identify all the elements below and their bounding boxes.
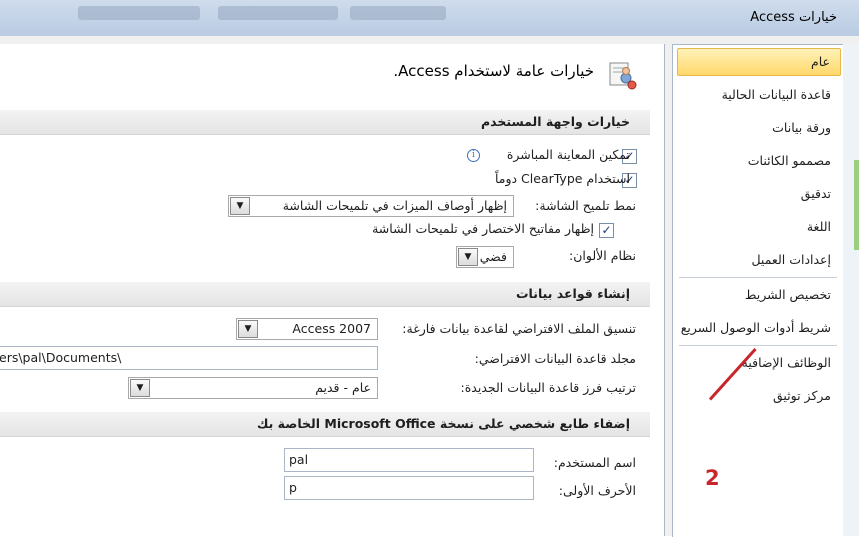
nav-item-general[interactable]: عام	[677, 48, 841, 76]
annotation-number: 2	[705, 466, 720, 490]
color-scheme-value: فضي	[479, 249, 507, 264]
screentip-style-dropdown[interactable]: إظهار أوصاف الميزات في تلميحات الشاشة ▼	[228, 195, 514, 217]
initials-label: الأحرف الأولى:	[558, 483, 636, 498]
nav-item-current-database[interactable]: قاعدة البيانات الحالية	[722, 82, 831, 108]
color-scheme-dropdown[interactable]: فضي ▼	[456, 246, 514, 268]
db-folder-label: مجلد قاعدة البيانات الافتراضي:	[474, 351, 636, 366]
screentip-style-label: نمط تلميح الشاشة:	[535, 198, 636, 213]
section-title: إضفاء طابع شخصي على نسخة Microsoft Offic…	[257, 416, 630, 431]
file-format-value: Access 2007	[292, 321, 371, 336]
file-format-label: تنسيق الملف الافتراضي لقاعدة بيانات فارغ…	[402, 321, 636, 336]
nav-item-client-settings[interactable]: إعدادات العميل	[751, 247, 831, 273]
section-personalize: إضفاء طابع شخصي على نسخة Microsoft Offic…	[0, 412, 650, 437]
color-scheme-label: نظام الألوان:	[569, 248, 636, 263]
nav-item-quick-access-toolbar[interactable]: شريط أدوات الوصول السريع	[681, 315, 831, 341]
background-window-title-blur	[350, 6, 446, 20]
background-window-edge	[854, 160, 859, 250]
options-nav-panel: عام قاعدة البيانات الحالية ورقة بيانات م…	[672, 44, 843, 537]
cleartype-label: استخدام ClearType دوماً	[494, 171, 630, 186]
info-icon[interactable]: i	[467, 149, 480, 162]
initials-value: p	[289, 480, 297, 495]
page-title: خيارات عامة لاستخدام Access.	[393, 62, 594, 80]
background-window-title-blur	[78, 6, 200, 20]
file-format-dropdown[interactable]: Access 2007 ▼	[236, 318, 378, 340]
db-folder-input[interactable]: ers\pal\Documents\	[0, 346, 378, 370]
options-content-panel: خيارات عامة لاستخدام Access. خيارات واجه…	[0, 44, 665, 536]
nav-divider	[679, 277, 837, 278]
nav-item-customize-ribbon[interactable]: تخصيص الشريط	[745, 282, 831, 308]
live-preview-label: تمكين المعاينة المباشرة	[506, 147, 630, 162]
username-value: pal	[289, 452, 309, 467]
section-title: إنشاء قواعد بيانات	[516, 286, 630, 301]
section-create-databases: إنشاء قواعد بيانات	[0, 282, 650, 307]
chevron-down-icon[interactable]: ▼	[458, 248, 478, 266]
nav-item-datasheet[interactable]: ورقة بيانات	[772, 115, 831, 141]
nav-item-trust-center[interactable]: مركز توثيق	[773, 383, 831, 409]
username-input[interactable]: pal	[284, 448, 534, 472]
chevron-down-icon[interactable]: ▼	[238, 320, 258, 338]
initials-input[interactable]: p	[284, 476, 534, 500]
shortcut-keys-checkbox[interactable]: ✓	[599, 223, 614, 238]
chevron-down-icon[interactable]: ▼	[230, 197, 250, 215]
nav-item-add-ins[interactable]: الوظائف الإضافية	[742, 350, 831, 376]
section-ui-options: خيارات واجهة المستخدم	[0, 110, 650, 135]
title-bar: خيارات Access	[0, 0, 859, 36]
sort-order-label: ترتيب فرز قاعدة البيانات الجديدة:	[460, 380, 636, 395]
background-window-title-blur	[218, 6, 338, 20]
shortcut-keys-label: إظهار مفاتيح الاختصار في تلميحات الشاشة	[372, 221, 594, 236]
sort-order-dropdown[interactable]: عام - قديم ▼	[128, 377, 378, 399]
options-header-icon	[604, 58, 638, 92]
window-right-edge	[843, 44, 859, 536]
db-folder-value: ers\pal\Documents\	[0, 350, 122, 365]
chevron-down-icon[interactable]: ▼	[130, 379, 150, 397]
section-title: خيارات واجهة المستخدم	[480, 114, 630, 129]
nav-item-object-designers[interactable]: مصممو الكائنات	[748, 148, 831, 174]
nav-divider	[679, 345, 837, 346]
nav-item-language[interactable]: اللغة	[807, 214, 831, 240]
window-title: خيارات Access	[750, 10, 837, 25]
screentip-style-value: إظهار أوصاف الميزات في تلميحات الشاشة	[282, 198, 507, 213]
username-label: اسم المستخدم:	[553, 455, 636, 470]
nav-item-proofing[interactable]: تدقيق	[801, 181, 831, 207]
sort-order-value: عام - قديم	[315, 380, 371, 395]
